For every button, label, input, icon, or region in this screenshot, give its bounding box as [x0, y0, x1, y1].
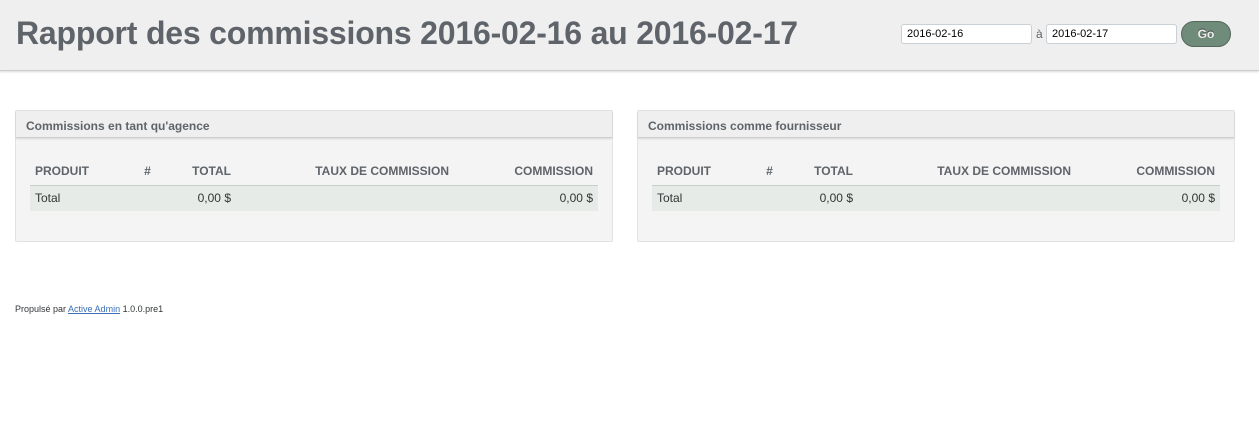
- commissions-table: PRODUIT # TOTAL TAUX DE COMMISSION COMMI…: [652, 158, 1220, 211]
- date-separator: à: [1036, 27, 1043, 41]
- column-header-total: TOTAL: [792, 158, 858, 186]
- panel-title: Commissions en tant qu'agence: [16, 111, 612, 138]
- table-row: Total 0,00 $ 0,00 $: [30, 185, 598, 211]
- column-header-taux: TAUX DE COMMISSION: [236, 158, 454, 186]
- footer-version: 1.0.0.pre1: [122, 304, 164, 314]
- table-row: Total 0,00 $ 0,00 $: [652, 185, 1220, 211]
- active-admin-link[interactable]: Active Admin: [68, 304, 120, 314]
- cell-commission: 0,00 $: [454, 185, 598, 211]
- from-date-input[interactable]: [901, 24, 1032, 44]
- page-title: Rapport des commissions 2016-02-16 au 20…: [16, 15, 798, 51]
- column-header-total: TOTAL: [170, 158, 236, 186]
- cell-commission: 0,00 $: [1076, 185, 1220, 211]
- column-header-commission: COMMISSION: [454, 158, 598, 186]
- supplier-commissions-panel: Commissions comme fournisseur PRODUIT # …: [637, 110, 1235, 242]
- to-date-input[interactable]: [1046, 24, 1177, 44]
- column-header-count: #: [125, 158, 170, 186]
- go-button[interactable]: Go: [1181, 21, 1231, 47]
- cell-count: [747, 185, 792, 211]
- table-header-row: PRODUIT # TOTAL TAUX DE COMMISSION COMMI…: [652, 158, 1220, 186]
- footer-prefix: Propulsé par: [15, 304, 67, 314]
- footer: Propulsé par Active Admin 1.0.0.pre1: [15, 304, 163, 314]
- cell-produit: Total: [652, 185, 747, 211]
- column-header-commission: COMMISSION: [1076, 158, 1220, 186]
- column-header-produit: PRODUIT: [30, 158, 125, 186]
- column-header-count: #: [747, 158, 792, 186]
- table-header-row: PRODUIT # TOTAL TAUX DE COMMISSION COMMI…: [30, 158, 598, 186]
- panel-title: Commissions comme fournisseur: [638, 111, 1234, 138]
- column-header-taux: TAUX DE COMMISSION: [858, 158, 1076, 186]
- cell-produit: Total: [30, 185, 125, 211]
- page-header: Rapport des commissions 2016-02-16 au 20…: [0, 0, 1259, 71]
- column-header-produit: PRODUIT: [652, 158, 747, 186]
- cell-total: 0,00 $: [170, 185, 236, 211]
- cell-taux: [236, 185, 454, 211]
- cell-taux: [858, 185, 1076, 211]
- commissions-table: PRODUIT # TOTAL TAUX DE COMMISSION COMMI…: [30, 158, 598, 211]
- cell-total: 0,00 $: [792, 185, 858, 211]
- agency-commissions-panel: Commissions en tant qu'agence PRODUIT # …: [15, 110, 613, 242]
- cell-count: [125, 185, 170, 211]
